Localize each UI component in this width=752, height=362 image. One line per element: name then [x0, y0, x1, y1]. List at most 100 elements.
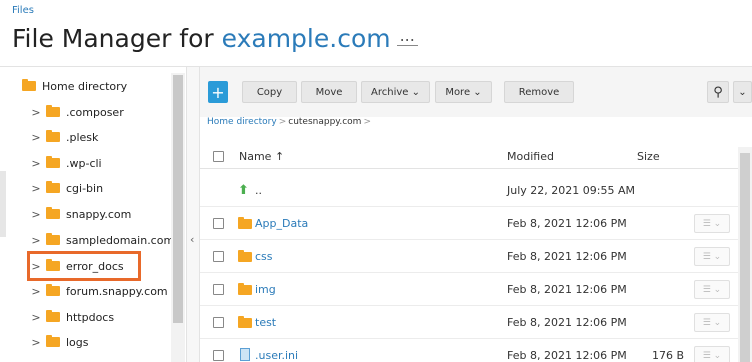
chevron-right-icon[interactable]: >: [30, 285, 42, 298]
file-icon: [240, 348, 250, 361]
file-name[interactable]: img: [255, 283, 276, 296]
more-options-button[interactable]: ...: [396, 26, 418, 46]
chevron-right-icon[interactable]: >: [30, 311, 42, 324]
table-row[interactable]: App_Data Feb 8, 2021 12:06 PM ☰ ⌄: [200, 207, 738, 240]
folder-icon: [46, 181, 60, 193]
tree-item-httpdocs[interactable]: > httpdocs: [30, 307, 114, 327]
chevron-right-icon[interactable]: >: [30, 208, 42, 221]
tree-item-label: .plesk: [66, 130, 99, 144]
folder-icon: [46, 310, 60, 322]
folder-icon: [46, 156, 60, 168]
tree-item-sampledomain[interactable]: > sampledomain.com: [30, 230, 174, 250]
tree-item-home[interactable]: Home directory: [22, 76, 127, 96]
archive-button[interactable]: Archive ⌄: [361, 81, 430, 103]
toolbar: + Copy Move Archive ⌄ More ⌄ Remove ⚲ ⌄: [200, 67, 752, 117]
title-domain[interactable]: example.com: [222, 24, 391, 53]
chevron-right-icon[interactable]: >: [30, 157, 42, 170]
folder-icon: [46, 130, 60, 142]
table-row[interactable]: test Feb 8, 2021 12:06 PM ☰ ⌄: [200, 306, 738, 339]
up-arrow-icon: ⬆: [238, 183, 249, 198]
row-checkbox[interactable]: [213, 251, 224, 262]
tree-item-logs[interactable]: > logs: [30, 332, 89, 352]
tree-item-label: httpdocs: [66, 310, 115, 324]
chevron-right-icon[interactable]: >: [30, 336, 42, 349]
chevron-right-icon[interactable]: >: [30, 234, 42, 247]
row-checkbox[interactable]: [213, 218, 224, 229]
folder-icon: [238, 316, 252, 328]
tree-item-composer[interactable]: > .composer: [30, 102, 124, 122]
folder-icon: [238, 283, 252, 295]
tree-item-plesk[interactable]: > .plesk: [30, 127, 98, 147]
table-row[interactable]: .user.ini Feb 8, 2021 12:06 PM 176 B ☰ ⌄: [200, 339, 738, 362]
tree-item-label: .composer: [66, 105, 124, 119]
row-menu-button[interactable]: ☰ ⌄: [694, 313, 730, 332]
size-column-header[interactable]: Size: [637, 150, 660, 163]
add-button[interactable]: +: [208, 81, 228, 103]
copy-button[interactable]: Copy: [242, 81, 297, 103]
select-all-checkbox[interactable]: [213, 151, 224, 162]
table-row[interactable]: img Feb 8, 2021 12:06 PM ☰ ⌄: [200, 273, 738, 306]
file-name[interactable]: css: [255, 250, 273, 263]
file-name[interactable]: ..: [255, 184, 262, 197]
modified-date: Feb 8, 2021 12:06 PM: [507, 217, 627, 230]
chevron-right-icon[interactable]: >: [30, 106, 42, 119]
folder-icon: [46, 335, 60, 347]
tree-item-snappy[interactable]: > snappy.com: [30, 204, 131, 224]
chevron-right-icon[interactable]: >: [30, 182, 42, 195]
folder-icon: [22, 79, 36, 91]
tree-item-label: sampledomain.com: [66, 233, 175, 247]
modified-date: Feb 8, 2021 12:06 PM: [507, 316, 627, 329]
file-name[interactable]: test: [255, 316, 276, 329]
table-scrollbar[interactable]: [738, 147, 752, 362]
collapse-tree-handle[interactable]: ‹: [186, 67, 200, 362]
modified-date: Feb 8, 2021 12:06 PM: [507, 283, 627, 296]
row-checkbox[interactable]: [213, 284, 224, 295]
modified-column-header[interactable]: Modified: [507, 150, 554, 163]
tree-scrollbar[interactable]: [171, 73, 185, 362]
row-menu-button[interactable]: ☰ ⌄: [694, 247, 730, 266]
tree-item-label: Home directory: [42, 79, 128, 93]
move-button[interactable]: Move: [301, 81, 357, 103]
tree-item-label: snappy.com: [66, 207, 132, 221]
chevron-left-icon: ‹: [190, 233, 195, 246]
path-separator: >: [363, 117, 371, 127]
search-icon[interactable]: ⚲: [707, 81, 729, 103]
file-size: 176 B: [652, 349, 685, 362]
tree-item-cgi-bin[interactable]: > cgi-bin: [30, 178, 103, 198]
table-row[interactable]: ⬆ .. July 22, 2021 09:55 AM: [200, 174, 738, 207]
directory-tree: Home directory > .composer > .plesk > .w…: [0, 67, 186, 362]
file-name[interactable]: App_Data: [255, 217, 308, 230]
remove-button[interactable]: Remove: [504, 81, 574, 103]
more-button[interactable]: More ⌄: [435, 81, 492, 103]
row-menu-button[interactable]: ☰ ⌄: [694, 214, 730, 233]
modified-date: Feb 8, 2021 12:06 PM: [507, 349, 627, 362]
table-row[interactable]: css Feb 8, 2021 12:06 PM ☰ ⌄: [200, 240, 738, 273]
file-name[interactable]: .user.ini: [255, 349, 298, 362]
tree-item-forum[interactable]: > forum.snappy.com: [30, 281, 168, 301]
name-column-header[interactable]: Name ↑: [239, 150, 284, 163]
file-manager-panel: Home directory > .composer > .plesk > .w…: [0, 66, 752, 362]
tree-item-label: logs: [66, 335, 89, 349]
scrollbar-thumb[interactable]: [740, 153, 750, 362]
scrollbar-thumb[interactable]: [173, 75, 183, 323]
path-home-link[interactable]: Home directory: [207, 117, 277, 127]
page-title: File Manager for example.com...: [12, 24, 418, 53]
tree-side-strip: [0, 171, 6, 237]
row-checkbox[interactable]: [213, 350, 224, 361]
title-prefix: File Manager for: [12, 24, 222, 53]
path-current: cutesnappy.com: [288, 117, 362, 127]
tree-item-label: cgi-bin: [66, 181, 104, 195]
row-menu-button[interactable]: ☰ ⌄: [694, 280, 730, 299]
chevron-down-icon[interactable]: ⌄: [733, 81, 752, 103]
folder-icon: [238, 217, 252, 229]
tree-item-wp-cli[interactable]: > .wp-cli: [30, 153, 102, 173]
path-separator: >: [278, 117, 287, 127]
row-checkbox[interactable]: [213, 317, 224, 328]
highlight-box: [27, 251, 141, 281]
chevron-right-icon[interactable]: >: [30, 131, 42, 144]
row-menu-button[interactable]: ☰ ⌄: [694, 346, 730, 362]
modified-date: July 22, 2021 09:55 AM: [507, 184, 635, 197]
tree-item-label: .wp-cli: [66, 156, 102, 170]
folder-icon: [46, 284, 60, 296]
breadcrumb[interactable]: Files: [12, 5, 34, 16]
